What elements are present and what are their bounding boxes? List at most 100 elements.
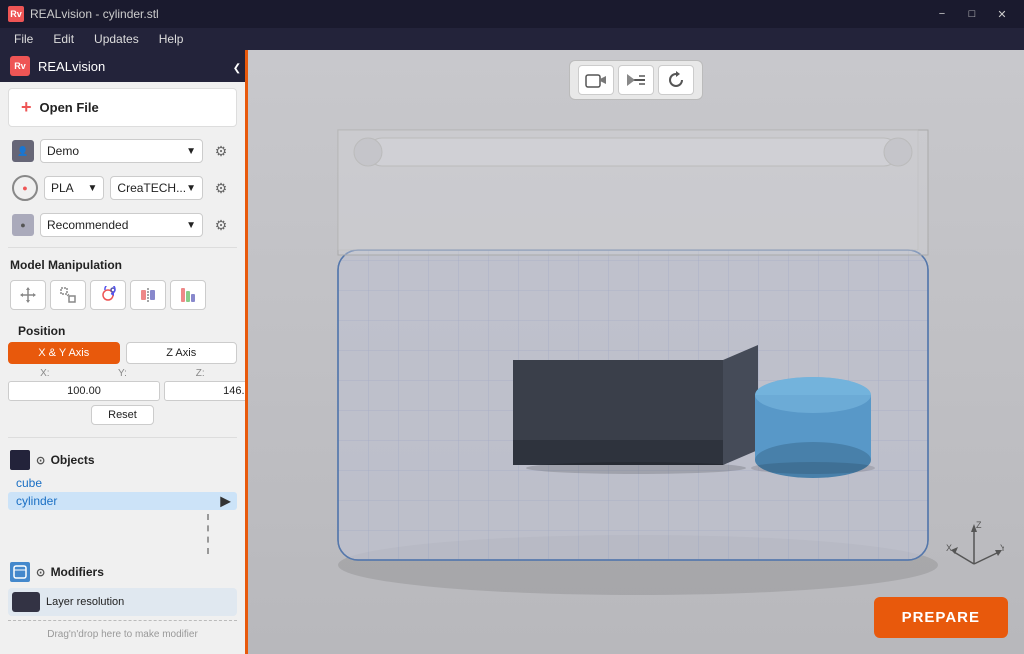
object-cylinder[interactable]: cylinder ▶	[8, 492, 237, 510]
scale-icon	[59, 286, 77, 304]
cut-plane-button[interactable]	[618, 65, 654, 95]
objects-title: ⊙ Objects	[36, 453, 95, 467]
profile-row: 👤 Demo ▼ ⚙	[4, 135, 241, 167]
cut-icon	[625, 71, 647, 89]
svg-text:Y: Y	[1000, 543, 1004, 553]
scale-tool-button[interactable]	[50, 280, 86, 310]
profile-icon: 👤	[12, 140, 34, 162]
move-icon	[19, 286, 37, 304]
refresh-button[interactable]	[658, 65, 694, 95]
open-file-label: Open File	[40, 100, 99, 115]
mirror-icon	[139, 286, 157, 304]
quality-settings-button[interactable]: ⚙	[209, 213, 233, 237]
objects-icon	[10, 450, 30, 470]
reset-button[interactable]: Reset	[91, 405, 154, 425]
y-input[interactable]	[164, 381, 248, 401]
quality-label: Recommended	[47, 218, 128, 232]
material-settings-button[interactable]: ⚙	[209, 176, 233, 200]
profile-settings-button[interactable]: ⚙	[209, 139, 233, 163]
objects-section: ⊙ Objects cube cylinder ▶	[0, 442, 245, 514]
modifiers-icon	[10, 562, 30, 582]
divider-2	[8, 437, 237, 438]
material-brand-caret-icon: ▼	[186, 183, 196, 194]
sidebar: Rv REALvision ❮ + Open File 👤 Demo ▼ ⚙ ●…	[0, 50, 248, 654]
menu-updates[interactable]: Updates	[84, 30, 149, 48]
position-labels: X: Y: Z:	[8, 368, 237, 379]
material-type-dropdown[interactable]: PLA ▼	[44, 176, 104, 200]
quality-dropdown[interactable]: Recommended ▼	[40, 213, 203, 237]
manipulation-tools	[0, 276, 245, 314]
material-brand-dropdown[interactable]: CreaTECH... ▼	[110, 176, 203, 200]
x-input[interactable]	[8, 381, 160, 401]
drag-dashed-line	[207, 514, 209, 554]
minimize-button[interactable]: −	[928, 0, 956, 28]
modifiers-section: ⊙ Modifiers Layer resolution Drag'n'drop…	[0, 554, 245, 652]
titlebar: Rv REALvision - cylinder.stl − □ ✕	[0, 0, 1024, 28]
cursor-icon: ▶	[220, 493, 231, 510]
object-cube[interactable]: cube	[8, 474, 237, 492]
model-manipulation-title: Model Manipulation	[0, 252, 245, 276]
x-label: X:	[8, 368, 82, 379]
divider-1	[8, 247, 237, 248]
modifier-layer-resolution[interactable]: Layer resolution	[8, 588, 237, 616]
axis-indicator: Z Y X	[944, 514, 1004, 574]
prepare-button[interactable]: PREPARE	[874, 597, 1008, 638]
position-section: Position X & Y Axis Z Axis X: Y: Z: Rese…	[0, 314, 245, 433]
position-title: Position	[8, 318, 237, 342]
viewport[interactable]: Z Y X PREPARE	[248, 50, 1024, 654]
material-icon: ●	[12, 175, 38, 201]
arrange-icon	[179, 286, 197, 304]
xy-axis-button[interactable]: X & Y Axis	[8, 342, 120, 364]
plus-icon: +	[21, 97, 32, 118]
position-inputs	[8, 381, 237, 401]
top-toolbar	[569, 60, 703, 100]
refresh-icon	[666, 70, 686, 90]
material-brand-label: CreaTECH...	[117, 181, 186, 195]
window-title: REALvision - cylinder.stl	[30, 7, 159, 21]
modifiers-title: ⊙ Modifiers	[36, 565, 104, 579]
rotate-tool-button[interactable]	[90, 280, 126, 310]
z-label: Z:	[163, 368, 237, 379]
y-label: Y:	[86, 368, 160, 379]
window-controls: − □ ✕	[928, 0, 1016, 28]
rv-logo: Rv	[10, 56, 30, 76]
camera-icon	[585, 71, 607, 89]
profile-caret-icon: ▼	[186, 146, 196, 157]
restore-button[interactable]: □	[958, 0, 986, 28]
modifiers-header: ⊙ Modifiers	[8, 558, 237, 586]
material-type-caret-icon: ▼	[88, 183, 98, 194]
quality-caret-icon: ▼	[186, 220, 196, 231]
z-axis-button[interactable]: Z Axis	[126, 342, 238, 364]
drag-drop-hint: Drag'n'drop here to make modifier	[8, 620, 237, 648]
svg-text:X: X	[946, 543, 952, 553]
material-type-label: PLA	[51, 181, 74, 195]
rotate-icon	[99, 286, 117, 304]
drag-indicator	[8, 514, 237, 554]
svg-text:Z: Z	[976, 520, 982, 530]
menu-file[interactable]: File	[4, 30, 43, 48]
material-row: ● PLA ▼ CreaTECH... ▼ ⚙	[4, 171, 241, 205]
menu-edit[interactable]: Edit	[43, 30, 84, 48]
quality-icon: ●	[12, 214, 34, 236]
profile-dropdown[interactable]: Demo ▼	[40, 139, 203, 163]
collapse-sidebar-button[interactable]: ❮	[228, 54, 246, 82]
mirror-tool-button[interactable]	[130, 280, 166, 310]
move-tool-button[interactable]	[10, 280, 46, 310]
position-axis-buttons: X & Y Axis Z Axis	[8, 342, 237, 364]
menu-help[interactable]: Help	[149, 30, 194, 48]
arrange-tool-button[interactable]	[170, 280, 206, 310]
profile-label: Demo	[47, 144, 79, 158]
main-layout: Rv REALvision ❮ + Open File 👤 Demo ▼ ⚙ ●…	[0, 50, 1024, 654]
open-file-button[interactable]: + Open File	[8, 88, 237, 127]
quality-row: ● Recommended ▼ ⚙	[4, 209, 241, 241]
app-logo: Rv	[8, 6, 24, 22]
layer-resolution-icon	[12, 592, 40, 612]
app-name-label: REALvision	[38, 59, 105, 74]
menubar: File Edit Updates Help	[0, 28, 1024, 50]
modifier-name: Layer resolution	[46, 596, 124, 608]
close-button[interactable]: ✕	[988, 0, 1016, 28]
objects-header: ⊙ Objects	[8, 446, 237, 474]
camera-view-button[interactable]	[578, 65, 614, 95]
sidebar-header: Rv REALvision	[0, 50, 245, 82]
3d-scene	[248, 50, 1024, 654]
